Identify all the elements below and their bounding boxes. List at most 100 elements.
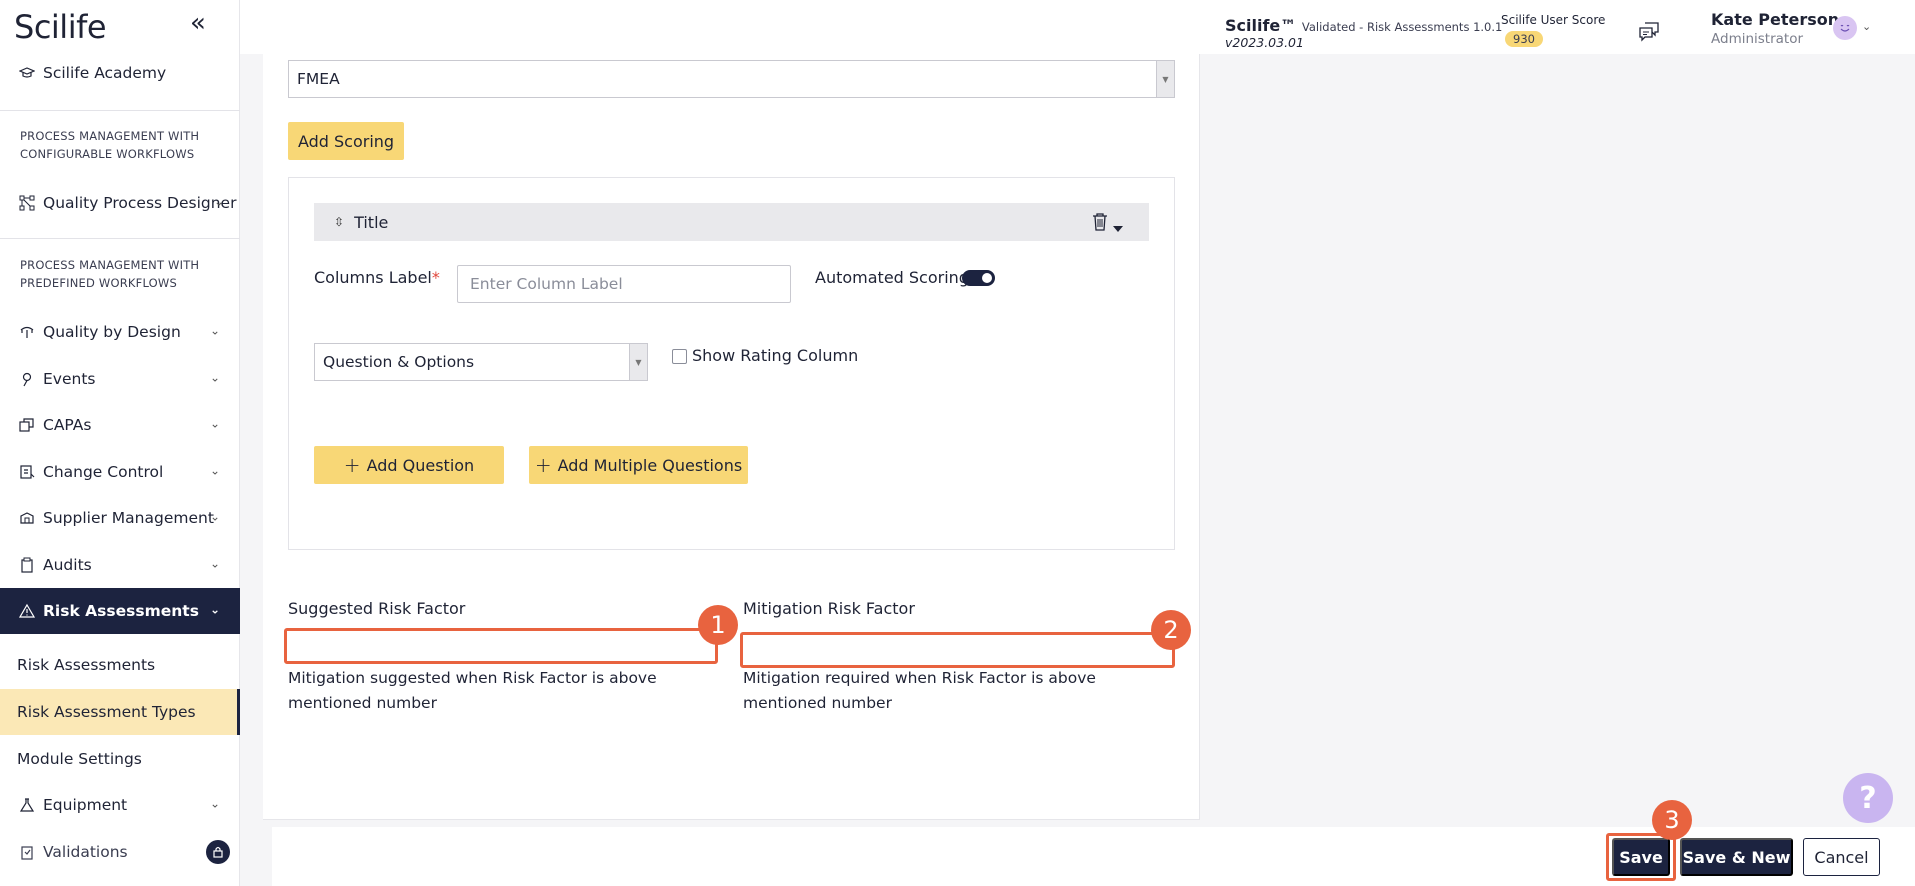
sidebar-item-academy[interactable]: Scilife Academy (0, 50, 240, 96)
annotation-marker-3: 3 (1652, 800, 1692, 840)
chevron-down-icon: ⌄ (209, 602, 220, 617)
automated-scoring-toggle[interactable] (962, 270, 995, 286)
add-question-button[interactable]: + Add Question (314, 446, 504, 484)
sort-icon[interactable]: ⇳ (334, 215, 344, 229)
quality-design-icon (18, 323, 36, 341)
sidebar-item-label: Quality by Design (43, 323, 181, 341)
section-label-predefined: PROCESS MANAGEMENT WITH PREDEFINED WORKF… (20, 258, 200, 290)
save-and-new-button[interactable]: Save & New (1680, 838, 1793, 876)
sidebar-item-label: Events (43, 370, 96, 388)
user-score-badge: 930 (1505, 31, 1543, 47)
sidebar-subitem-risk-assessment-types[interactable]: Risk Assessment Types (0, 689, 240, 735)
user-role: Administrator (1711, 31, 1804, 47)
audits-icon (18, 556, 36, 574)
collapse-sidebar-icon[interactable]: « (190, 10, 214, 36)
sidebar-item-label: Audits (43, 556, 92, 574)
sidebar-item-events[interactable]: Events ⌄ (0, 356, 240, 402)
product-name: Scilife™ (1225, 16, 1297, 35)
scilife-logo[interactable]: Scilife (14, 8, 107, 46)
select-value: Question & Options (323, 353, 475, 371)
show-rating-checkbox[interactable] (672, 349, 687, 364)
annotation-marker-2: 2 (1151, 610, 1191, 650)
add-scoring-button[interactable]: Add Scoring (288, 122, 404, 160)
scoring-title-bar[interactable]: ⇳ Title (314, 203, 1149, 241)
chevron-down-icon: ⌄ (209, 556, 220, 571)
sidebar-item-audits[interactable]: Audits ⌄ (0, 542, 240, 588)
sidebar-item-quality-process-designer[interactable]: Quality Process Designer ⌄ (0, 180, 240, 226)
sidebar-item-change-control[interactable]: Change Control ⌄ (0, 449, 240, 495)
sidebar-item-supplier-management[interactable]: Supplier Management ⌄ (0, 495, 240, 541)
sidebar-item-label: Equipment (43, 796, 128, 814)
sidebar-item-label: Quality Process Designer (43, 194, 237, 212)
chevron-down-icon: ⌄ (209, 370, 220, 385)
chat-icon[interactable] (1638, 22, 1660, 42)
button-label: Add Question (366, 455, 475, 475)
version-number: v2023.03.01 (1225, 35, 1304, 50)
plus-icon: + (343, 453, 361, 477)
avatar-icon[interactable] (1833, 16, 1857, 40)
events-icon (18, 370, 36, 388)
flask-icon (18, 796, 36, 814)
sidebar-item-label: Risk Assessments (43, 602, 199, 620)
suggested-risk-hint: Mitigation suggested when Risk Factor is… (288, 669, 657, 712)
sidebar-item-risk-assessments[interactable]: Risk Assessments ⌄ (0, 588, 240, 634)
sidebar-item-validations[interactable]: Validations (0, 829, 240, 875)
columns-label: Columns Label* (314, 268, 440, 287)
sidebar-item-label: Change Control (43, 463, 164, 481)
divider (0, 110, 240, 111)
user-name[interactable]: Kate Peterson (1711, 10, 1839, 29)
chevron-down-icon: ⌄ (209, 509, 220, 524)
validated-text: Validated - Risk Assessments 1.0.1 (1301, 20, 1503, 34)
lock-icon (206, 840, 230, 864)
columns-label-text: Columns Label (314, 268, 432, 287)
caret-down-icon[interactable] (1113, 217, 1123, 236)
add-multiple-questions-button[interactable]: + Add Multiple Questions (529, 446, 748, 484)
trash-icon[interactable] (1092, 213, 1108, 231)
caret-down-icon: ▼ (1156, 61, 1174, 97)
sidebar-item-equipment[interactable]: Equipment ⌄ (0, 782, 240, 828)
column-label-input[interactable] (457, 265, 791, 303)
save-button[interactable]: Save (1612, 838, 1670, 876)
sidebar-item-capas[interactable]: CAPAs ⌄ (0, 402, 240, 448)
divider (0, 238, 240, 239)
cancel-button[interactable]: Cancel (1803, 838, 1880, 876)
capas-icon (18, 416, 36, 434)
sidebar: Scilife « Scilife Academy PROCESS MANAGE… (0, 0, 240, 886)
sidebar-subitem-module-settings[interactable]: Module Settings (0, 736, 240, 782)
caret-down-icon: ▼ (629, 344, 647, 380)
chevron-down-icon: ⌄ (209, 416, 220, 431)
select-value: FMEA (297, 70, 340, 88)
method-select[interactable]: FMEA ▼ (288, 60, 1175, 98)
suggested-risk-input[interactable] (284, 628, 718, 664)
help-icon[interactable]: ? (1843, 773, 1893, 823)
scoring-title: Title (354, 212, 389, 232)
plus-icon: + (534, 453, 552, 477)
supplier-icon (18, 509, 36, 527)
show-rating-label: Show Rating Column (692, 346, 859, 365)
top-bar: Scilife™ Validated - Risk Assessments 1.… (240, 0, 1915, 54)
mitigation-risk-hint: Mitigation required when Risk Factor is … (743, 669, 1096, 712)
automated-scoring-label: Automated Scoring (815, 268, 969, 287)
sidebar-subitem-risk-assessments[interactable]: Risk Assessments (0, 642, 240, 688)
chevron-down-icon: ⌄ (209, 463, 220, 478)
version-title: Scilife™ Validated - Risk Assessments 1.… (1225, 16, 1502, 35)
annotation-marker-1: 1 (698, 605, 738, 645)
academy-icon (18, 64, 36, 82)
warning-triangle-icon (18, 602, 36, 620)
chevron-down-icon: ⌄ (209, 796, 220, 811)
mitigation-risk-input[interactable] (740, 632, 1175, 668)
sidebar-item-label: Validations (43, 843, 128, 861)
user-score-label: Scilife User Score (1501, 13, 1606, 27)
sidebar-item-quality-by-design[interactable]: Quality by Design ⌄ (0, 309, 240, 355)
sidebar-item-label: Supplier Management (43, 509, 214, 527)
sidebar-item-label: CAPAs (43, 416, 92, 434)
required-asterisk: * (431, 268, 440, 287)
clipboard-icon (18, 843, 36, 861)
workflow-icon (18, 194, 36, 212)
chevron-down-icon[interactable]: ⌄ (1862, 20, 1871, 33)
question-type-select[interactable]: Question & Options ▼ (314, 343, 648, 381)
section-label-configurable: PROCESS MANAGEMENT WITH CONFIGURABLE WOR… (20, 129, 200, 161)
button-label: Add Multiple Questions (557, 455, 743, 475)
mitigation-risk-label: Mitigation Risk Factor (743, 599, 915, 618)
change-control-icon (18, 463, 36, 481)
